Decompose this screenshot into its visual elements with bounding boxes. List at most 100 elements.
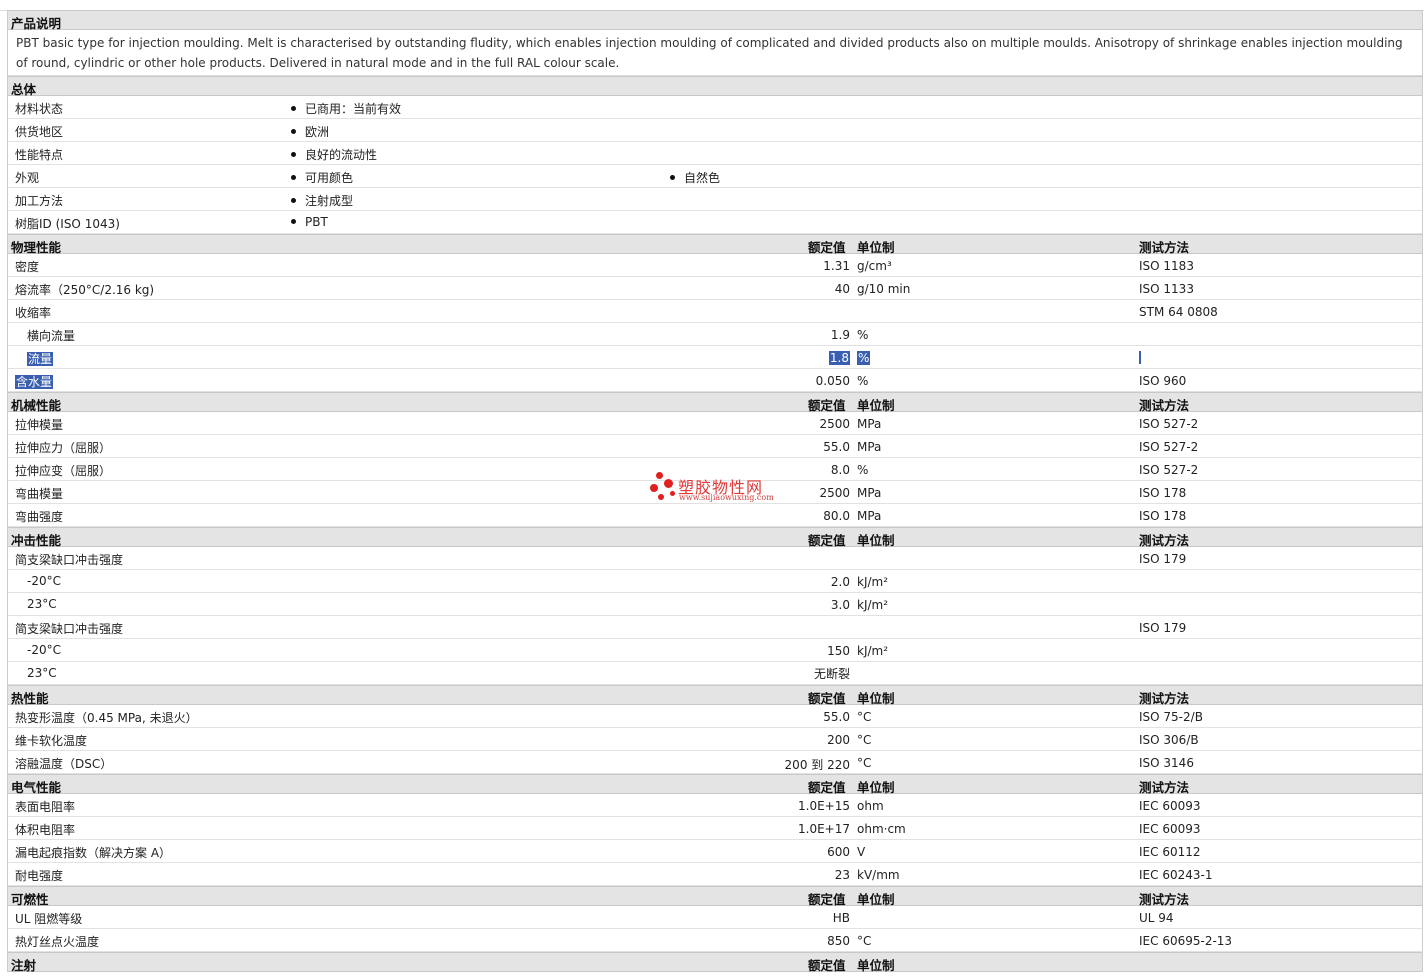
row-label: -20°C	[27, 643, 61, 657]
row-value: 850	[827, 934, 850, 948]
row-label: 收缩率	[15, 306, 52, 320]
row-unit: kJ/m²	[857, 575, 889, 589]
row-unit: %	[857, 328, 869, 342]
row-method: IEC 60243-1	[1139, 868, 1213, 882]
row-method: STM 64 0808	[1139, 305, 1218, 319]
row-method: ISO 178	[1139, 486, 1187, 500]
bullet-item: PBT	[291, 215, 328, 229]
row-value: 1.8	[828, 351, 850, 365]
section-header-injection: 注射 额定值 单位制	[8, 952, 1422, 973]
row-unit: MPa	[857, 417, 882, 431]
row-unit: g/cm³	[857, 259, 892, 273]
bullet-icon	[291, 198, 296, 203]
row-method: ISO 527-2	[1139, 440, 1199, 454]
row-value: 无断裂	[813, 667, 850, 681]
table-row: 热变形温度（0.45 MPa, 未退火） 55.0 °C ISO 75-2/B	[8, 705, 1422, 728]
row-unit: kJ/m²	[857, 644, 889, 658]
table-row: -20°C 150 kJ/m²	[8, 639, 1422, 662]
row-unit: ohm	[857, 799, 884, 813]
bullet-icon	[291, 175, 296, 180]
row-value: 8.0	[830, 463, 850, 477]
row-value: 1.31	[823, 259, 850, 273]
row-label: 维卡软化温度	[15, 734, 88, 748]
section-header-mechanical: 机械性能 额定值 单位制 测试方法	[8, 392, 1422, 413]
row-label: 性能特点	[15, 148, 64, 162]
row-unit: kJ/m²	[857, 598, 889, 612]
row-label: UL 阻燃等级	[15, 912, 83, 926]
row-label: 外观	[15, 171, 40, 185]
row-label: 熔流率（250°C/2.16 kg)	[15, 283, 155, 297]
table-row: 拉伸应力（屈服） 55.0 MPa ISO 527-2	[8, 435, 1422, 458]
table-row: 维卡软化温度 200 °C ISO 306/B	[8, 728, 1422, 751]
row-value: 55.0	[823, 440, 850, 454]
bullet-item: 自然色	[670, 169, 720, 186]
row-label: 热灯丝点火温度	[15, 935, 100, 949]
row-label: 溶融温度（DSC）	[15, 757, 113, 771]
row-label: 拉伸模量	[15, 418, 64, 432]
table-row: 耐电强度 23 kV/mm IEC 60243-1	[8, 863, 1422, 886]
row-method: ISO 178	[1139, 509, 1187, 523]
general-row: 材料状态 已商用：当前有效	[8, 96, 1422, 119]
bullet-item: 注射成型	[291, 192, 353, 209]
row-method: IEC 60112	[1139, 845, 1201, 859]
col-value-header: 额定值	[808, 958, 846, 973]
row-value: 200	[827, 733, 850, 747]
table-row: 含水量 0.050 % ISO 960	[8, 369, 1422, 392]
row-unit: MPa	[857, 486, 882, 500]
section-header-general: 总体	[8, 76, 1422, 97]
table-row: 溶融温度（DSC） 200 到 220 °C ISO 3146	[8, 751, 1422, 774]
product-description: PBT basic type for injection moulding. M…	[8, 30, 1422, 76]
row-value: 200 到 220	[784, 758, 850, 772]
row-method: ISO 179	[1139, 552, 1187, 566]
row-label: 弯曲强度	[15, 510, 64, 524]
row-unit: °C	[857, 934, 872, 948]
table-row: -20°C 2.0 kJ/m²	[8, 570, 1422, 593]
section-header-flammability: 可燃性 额定值 单位制 测试方法	[8, 886, 1422, 907]
row-method: IEC 60093	[1139, 822, 1201, 836]
row-label: 材料状态	[15, 102, 64, 116]
table-row: 23°C 3.0 kJ/m²	[8, 593, 1422, 616]
table-row: 热灯丝点火温度 850 °C IEC 60695-2-13	[8, 929, 1422, 952]
row-value: 80.0	[823, 509, 850, 523]
row-unit: °C	[857, 710, 872, 724]
table-row: 简支梁缺口冲击强度 ISO 179	[8, 547, 1422, 570]
row-value: 40	[834, 282, 850, 296]
section-header-description: 产品说明	[8, 10, 1422, 31]
table-row: 拉伸模量 2500 MPa ISO 527-2	[8, 412, 1422, 435]
row-value: 600	[827, 845, 850, 859]
row-label: 供货地区	[15, 125, 64, 139]
row-unit: °C	[857, 733, 872, 747]
bullet-item: 良好的流动性	[291, 146, 377, 163]
row-label: 树脂ID (ISO 1043)	[15, 217, 120, 231]
bullet-item: 欧洲	[291, 123, 329, 140]
row-unit: V	[857, 845, 866, 859]
table-row: 表面电阻率 1.0E+15 ohm IEC 60093	[8, 794, 1422, 817]
row-value: 1.0E+17	[798, 822, 850, 836]
table-row: 熔流率（250°C/2.16 kg) 40 g/10 min ISO 1133	[8, 277, 1422, 300]
row-value: HB	[832, 911, 850, 925]
row-method: ISO 1133	[1139, 282, 1194, 296]
row-value: 3.0	[830, 598, 850, 612]
table-row: 简支梁缺口冲击强度 ISO 179	[8, 616, 1422, 639]
watermark-url: www.sujiaowuxing.com	[679, 493, 774, 502]
section-header-electrical: 电气性能 额定值 单位制 测试方法	[8, 774, 1422, 795]
section-header-physical: 物理性能 额定值 单位制 测试方法	[8, 234, 1422, 255]
row-value: 2.0	[830, 575, 850, 589]
row-unit: ohm·cm	[857, 822, 906, 836]
row-method: ISO 306/B	[1139, 733, 1199, 747]
row-label: 热变形温度（0.45 MPa, 未退火）	[15, 711, 198, 725]
section-header-impact: 冲击性能 额定值 单位制 测试方法	[8, 527, 1422, 548]
row-value: 0.050	[815, 374, 850, 388]
row-value: 2500	[819, 486, 850, 500]
row-value: 1.9	[830, 328, 850, 342]
row-label: 拉伸应变（屈服）	[15, 464, 112, 478]
row-label: 横向流量	[27, 329, 76, 343]
row-label: 拉伸应力（屈服）	[15, 441, 112, 455]
bullet-item: 可用颜色	[291, 169, 353, 186]
row-method: ISO 179	[1139, 621, 1187, 635]
row-method: ISO 960	[1139, 374, 1187, 388]
row-value: 1.0E+15	[798, 799, 850, 813]
row-label: 弯曲模量	[15, 487, 64, 501]
row-label: 体积电阻率	[15, 823, 76, 837]
table-row: 体积电阻率 1.0E+17 ohm·cm IEC 60093	[8, 817, 1422, 840]
